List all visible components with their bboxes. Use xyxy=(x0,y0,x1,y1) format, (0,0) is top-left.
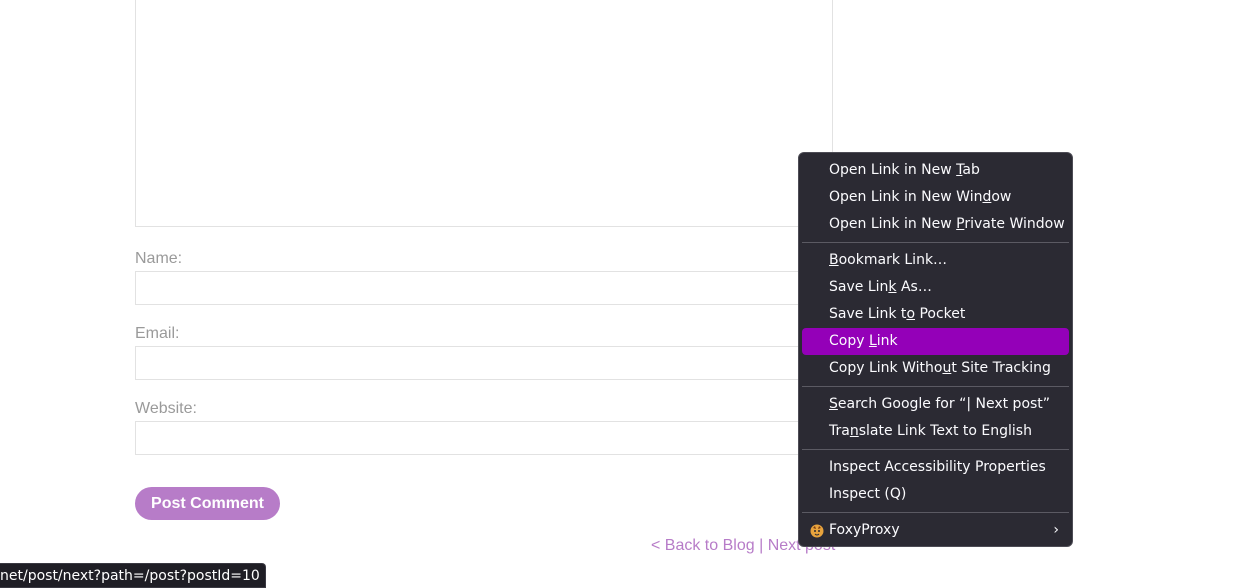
name-field[interactable] xyxy=(135,271,833,305)
menu-copy-link[interactable]: Copy Link xyxy=(802,328,1069,355)
menu-bookmark-link[interactable]: Bookmark Link… xyxy=(802,247,1069,274)
menu-open-private-window[interactable]: Open Link in New Private Window xyxy=(802,211,1069,238)
menu-open-new-window[interactable]: Open Link in New Window xyxy=(802,184,1069,211)
back-to-blog-link[interactable]: < Back to Blog xyxy=(651,537,755,554)
menu-save-to-pocket[interactable]: Save Link to Pocket xyxy=(802,301,1069,328)
menu-separator xyxy=(802,386,1069,387)
menu-search-google[interactable]: Search Google for “| Next post” xyxy=(802,391,1069,418)
menu-separator xyxy=(802,449,1069,450)
status-bar-url: net/post/next?path=/post?postId=10 xyxy=(0,563,266,588)
menu-foxyproxy[interactable]: FoxyProxy › xyxy=(802,517,1069,544)
chevron-right-icon: › xyxy=(1053,522,1059,538)
website-label: Website: xyxy=(135,400,197,417)
menu-open-new-tab[interactable]: Open Link in New Tab xyxy=(802,157,1069,184)
menu-translate-link[interactable]: Translate Link Text to English xyxy=(802,418,1069,445)
comment-textarea[interactable] xyxy=(135,0,833,227)
nav-separator: | xyxy=(759,537,764,554)
menu-inspect[interactable]: Inspect (Q) xyxy=(802,481,1069,508)
email-label: Email: xyxy=(135,325,180,342)
menu-inspect-accessibility[interactable]: Inspect Accessibility Properties xyxy=(802,454,1069,481)
post-comment-button[interactable]: Post Comment xyxy=(135,487,280,520)
context-menu: Open Link in New Tab Open Link in New Wi… xyxy=(798,152,1073,547)
foxyproxy-icon xyxy=(810,524,824,538)
email-field[interactable] xyxy=(135,346,833,380)
website-field[interactable] xyxy=(135,421,833,455)
menu-save-link-as[interactable]: Save Link As… xyxy=(802,274,1069,301)
menu-separator xyxy=(802,242,1069,243)
menu-separator xyxy=(802,512,1069,513)
menu-copy-link-without-tracking[interactable]: Copy Link Without Site Tracking xyxy=(802,355,1069,382)
name-label: Name: xyxy=(135,250,183,267)
